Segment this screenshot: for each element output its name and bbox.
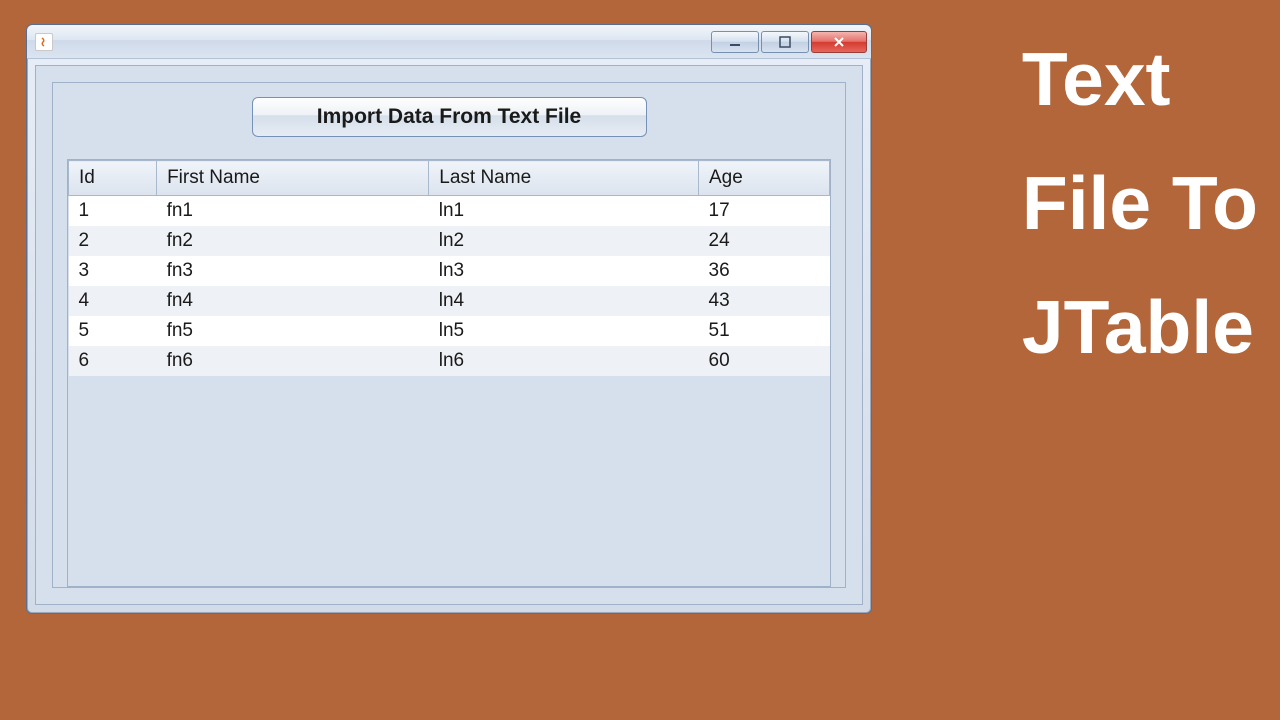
slide-title: Text File To JTable [1022, 18, 1258, 389]
table-cell: ln2 [429, 226, 699, 256]
table-cell: 36 [699, 256, 830, 286]
slide-title-line2: File To [1022, 142, 1258, 266]
table-cell: 43 [699, 286, 830, 316]
table-cell: 5 [69, 316, 157, 346]
table-cell: ln1 [429, 196, 699, 227]
table-row[interactable]: 6fn6ln660 [69, 346, 830, 376]
table-cell: fn6 [157, 346, 429, 376]
slide-title-line1: Text [1022, 18, 1258, 142]
table-cell: fn4 [157, 286, 429, 316]
table-row[interactable]: 2fn2ln224 [69, 226, 830, 256]
table-cell: 60 [699, 346, 830, 376]
table-cell: 51 [699, 316, 830, 346]
table-cell: 3 [69, 256, 157, 286]
app-window: Import Data From Text File IdFirst NameL… [26, 24, 872, 614]
window-controls [711, 31, 867, 53]
minimize-button[interactable] [711, 31, 759, 53]
table-cell: fn3 [157, 256, 429, 286]
table-row[interactable]: 4fn4ln443 [69, 286, 830, 316]
table-cell: 1 [69, 196, 157, 227]
table-cell: fn2 [157, 226, 429, 256]
table-cell: 17 [699, 196, 830, 227]
data-table: IdFirst NameLast NameAge 1fn1ln1172fn2ln… [68, 160, 830, 376]
table-cell: ln6 [429, 346, 699, 376]
table-header: IdFirst NameLast NameAge [69, 161, 830, 196]
column-header[interactable]: Last Name [429, 161, 699, 196]
import-button[interactable]: Import Data From Text File [252, 97, 647, 137]
slide-title-line3: JTable [1022, 266, 1258, 390]
inner-panel: Import Data From Text File IdFirst NameL… [52, 82, 846, 588]
table-cell: fn5 [157, 316, 429, 346]
maximize-button[interactable] [761, 31, 809, 53]
table-cell: ln5 [429, 316, 699, 346]
table-body: 1fn1ln1172fn2ln2243fn3ln3364fn4ln4435fn5… [69, 196, 830, 377]
table-cell: 6 [69, 346, 157, 376]
close-button[interactable] [811, 31, 867, 53]
table-cell: 24 [699, 226, 830, 256]
column-header[interactable]: Id [69, 161, 157, 196]
table-row[interactable]: 3fn3ln336 [69, 256, 830, 286]
table-cell: ln3 [429, 256, 699, 286]
table-cell: fn1 [157, 196, 429, 227]
table-row[interactable]: 1fn1ln117 [69, 196, 830, 227]
table-cell: ln4 [429, 286, 699, 316]
client-area: Import Data From Text File IdFirst NameL… [35, 65, 863, 605]
column-header[interactable]: Age [699, 161, 830, 196]
table-cell: 2 [69, 226, 157, 256]
java-icon [35, 33, 53, 51]
table-cell: 4 [69, 286, 157, 316]
titlebar [27, 25, 871, 59]
column-header[interactable]: First Name [157, 161, 429, 196]
table-container: IdFirst NameLast NameAge 1fn1ln1172fn2ln… [67, 159, 831, 587]
table-row[interactable]: 5fn5ln551 [69, 316, 830, 346]
